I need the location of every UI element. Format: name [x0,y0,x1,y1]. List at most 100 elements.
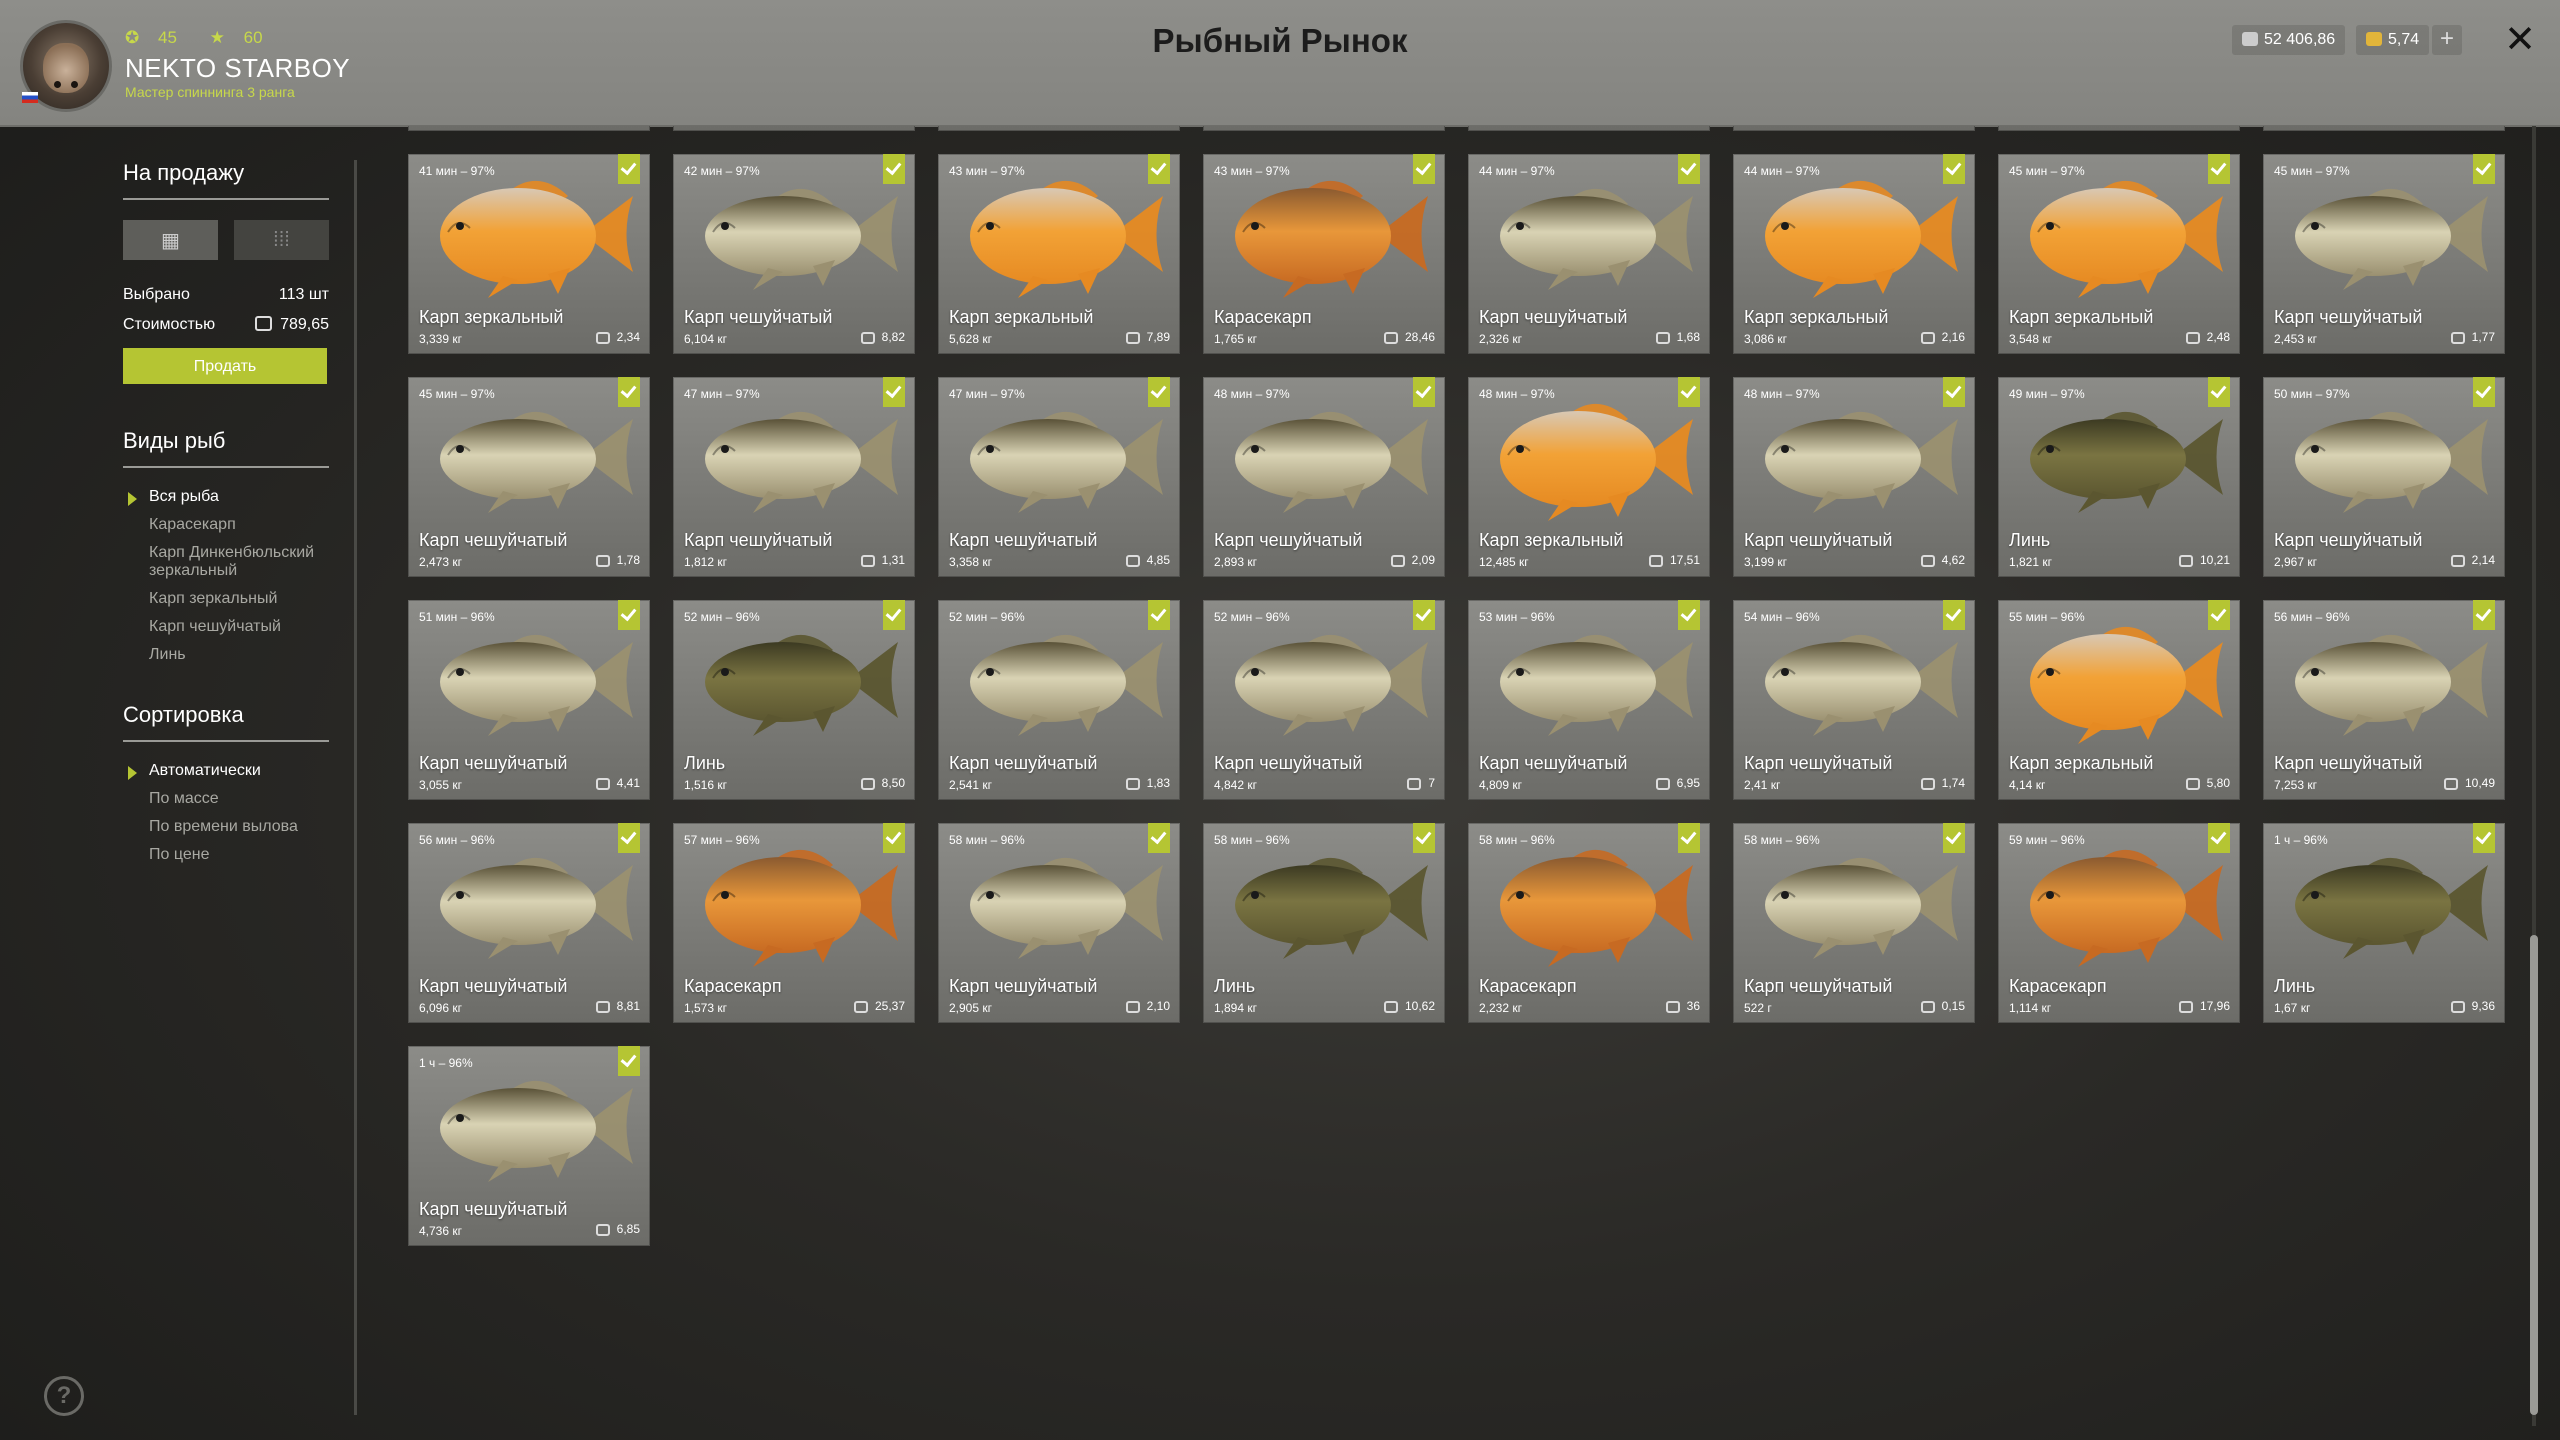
fish-price-value: 4,85 [1146,553,1170,567]
fish-type-item[interactable]: Карп зеркальный [123,590,329,608]
fish-card[interactable]: 50 мин – 97% Карп чешуйчатый 2,967 кг 2,14 [2263,377,2505,577]
fish-card[interactable]: 56 мин – 96% Карп чешуйчатый 6,096 кг 8,81 [408,823,650,1023]
selected-check-icon[interactable] [1148,823,1170,853]
selected-check-icon[interactable] [1943,154,1965,184]
close-icon[interactable]: ✕ [2500,20,2540,60]
fish-name: Карасекарп [1214,307,1312,327]
fish-card[interactable]: 49 мин – 97% Линь 1,821 кг 10,21 [1998,377,2240,577]
sell-button[interactable]: Продать [123,348,327,384]
fish-card[interactable]: 47 мин – 97% Карп чешуйчатый 1,812 кг 1,31 [673,377,915,577]
selected-check-icon[interactable] [2473,377,2495,407]
selected-check-icon[interactable] [1678,377,1700,407]
selected-check-icon[interactable] [618,823,640,853]
fish-card[interactable]: Карп зеркальный4,322 кг6,06 [2263,126,2505,131]
selected-check-icon[interactable] [883,154,905,184]
silver-coin-icon [1125,1001,1140,1013]
fish-card[interactable]: 56 мин – 96% Карп чешуйчатый 7,253 кг 10,49 [2263,600,2505,800]
selected-check-icon[interactable] [618,377,640,407]
selected-check-icon[interactable] [618,1046,640,1076]
fish-card[interactable]: 48 мин – 97% Карп чешуйчатый 3,199 кг 4,62 [1733,377,1975,577]
fish-card[interactable]: Карп чешуйчатый2,164 кг1,56 [673,126,915,131]
fish-card[interactable]: 53 мин – 96% Карп чешуйчатый 4,809 кг 6,95 [1468,600,1710,800]
selected-check-icon[interactable] [1413,600,1435,630]
selected-check-icon[interactable] [2473,154,2495,184]
selected-check-icon[interactable] [2208,377,2230,407]
fish-type-item[interactable]: Линь [123,646,329,664]
fish-card[interactable]: 55 мин – 96% Карп зеркальный 4,14 кг 5,80 [1998,600,2240,800]
selected-check-icon[interactable] [883,823,905,853]
sort-option-item[interactable]: Автоматически [123,762,329,780]
selected-check-icon[interactable] [1678,154,1700,184]
fish-card[interactable]: 57 мин – 96% Карасекарп 1,573 кг 25,37 [673,823,915,1023]
fish-card[interactable]: 1 ч – 96% Линь 1,67 кг 9,36 [2263,823,2505,1023]
fish-price-value: 1,78 [616,553,640,567]
sort-option-item[interactable]: По массе [123,790,329,808]
grid-large-view-button[interactable]: ▦ [123,220,218,260]
selected-check-icon[interactable] [2473,600,2495,630]
fish-card[interactable]: 44 мин – 97% Карп зеркальный 3,086 кг 2,16 [1733,154,1975,354]
selected-check-icon[interactable] [883,377,905,407]
fish-card[interactable]: 45 мин – 97% Карп чешуйчатый 2,453 кг 1,77 [2263,154,2505,354]
sort-option-item[interactable]: По цене [123,846,329,864]
player-stats: ✪ 45 ★ 60 [125,28,291,48]
selected-check-icon[interactable] [618,600,640,630]
selected-check-icon[interactable] [1413,823,1435,853]
fish-type-item[interactable]: Карп Динкенбюльский зеркальный [123,544,329,580]
selected-check-icon[interactable] [1678,600,1700,630]
fish-card[interactable]: Карп чешуйчатый2,003 кг1,44 [1468,126,1710,131]
fish-card[interactable]: 48 мин – 97% Карп зеркальный 12,485 кг 17,5… [1468,377,1710,577]
fish-card[interactable]: 52 мин – 96% Линь 1,516 кг 8,50 [673,600,915,800]
fish-card[interactable]: 45 мин – 97% Карп чешуйчатый 2,473 кг 1,78 [408,377,650,577]
selected-check-icon[interactable] [1148,600,1170,630]
fish-card[interactable]: 44 мин – 97% Карп чешуйчатый 2,326 кг 1,68 [1468,154,1710,354]
selected-check-icon[interactable] [883,600,905,630]
fish-card[interactable]: 43 мин – 97% Карп зеркальный 5,628 кг 7,89 [938,154,1180,354]
fish-card[interactable]: 58 мин – 96% Карп чешуйчатый 522 г 0,15 [1733,823,1975,1023]
catch-time: 47 мин – 97% [949,387,1025,401]
fish-card[interactable]: 41 мин – 97% Карп зеркальный 3,339 кг 2,34 [408,154,650,354]
fish-card[interactable]: 47 мин – 97% Карп чешуйчатый 3,358 кг 4,85 [938,377,1180,577]
fish-card[interactable]: 48 мин – 97% Карп чешуйчатый 2,893 кг 2,09 [1203,377,1445,577]
fish-type-item[interactable]: Вся рыба [123,488,329,506]
selected-check-icon[interactable] [1148,154,1170,184]
selected-check-icon[interactable] [1943,377,1965,407]
fish-card[interactable]: Карп чешуйчатый1,324 кг0,95 [1733,126,1975,131]
fish-card[interactable]: 52 мин – 96% Карп чешуйчатый 4,842 кг 7 [1203,600,1445,800]
silver-coin-icon [1383,332,1398,344]
help-icon[interactable]: ? [44,1376,84,1416]
selected-check-icon[interactable] [1943,600,1965,630]
fish-card[interactable]: 58 мин – 96% Карасекарп 2,232 кг 36 [1468,823,1710,1023]
selected-check-icon[interactable] [2208,600,2230,630]
fish-card[interactable]: 42 мин – 97% Карп чешуйчатый 6,104 кг 8,82 [673,154,915,354]
selected-check-icon[interactable] [2473,823,2495,853]
selected-check-icon[interactable] [2208,154,2230,184]
add-currency-button[interactable]: + [2432,25,2462,55]
fish-type-item[interactable]: Карасекарп [123,516,329,534]
selected-check-icon[interactable] [618,154,640,184]
fish-card[interactable]: 58 мин – 96% Линь 1,894 кг 10,62 [1203,823,1445,1023]
selected-check-icon[interactable] [2208,823,2230,853]
selected-check-icon[interactable] [1148,377,1170,407]
scrollbar-thumb[interactable] [2530,935,2538,1415]
grid-small-view-button[interactable]: ⁞⁞⁞ [234,220,329,260]
selected-check-icon[interactable] [1413,154,1435,184]
fish-card[interactable]: 1 ч – 96% Карп чешуйчатый 4,736 кг 6,85 [408,1046,650,1246]
fish-type-item[interactable]: Карп чешуйчатый [123,618,329,636]
fish-card[interactable]: Карп зеркальный5,809 кг8,14 [1998,126,2240,131]
fish-card[interactable]: Карп зеркальный4,665 кг6,54 [1203,126,1445,131]
fish-card[interactable]: 58 мин – 96% Карп чешуйчатый 2,905 кг 2,10 [938,823,1180,1023]
fish-weight: 1,894 кг [1214,1001,1257,1015]
selected-check-icon[interactable] [1678,823,1700,853]
fish-card[interactable]: 52 мин – 96% Карп чешуйчатый 2,541 кг 1,83 [938,600,1180,800]
fish-card[interactable]: 45 мин – 97% Карп зеркальный 3,548 кг 2,48 [1998,154,2240,354]
fish-card[interactable]: 51 мин – 96% Карп чешуйчатый 3,055 кг 4,41 [408,600,650,800]
sort-option-item[interactable]: По времени вылова [123,818,329,836]
fish-card[interactable]: 59 мин – 96% Карасекарп 1,114 кг 17,96 [1998,823,2240,1023]
selected-check-icon[interactable] [1413,377,1435,407]
fish-card[interactable]: 54 мин – 96% Карп чешуйчатый 2,41 кг 1,74 [1733,600,1975,800]
fish-card[interactable]: Карасекарп1,141 кг18,40 [938,126,1180,131]
fish-card[interactable]: 43 мин – 97% Карасекарп 1,765 кг 28,46 [1203,154,1445,354]
fish-weight: 2,473 кг [419,555,462,569]
fish-card[interactable]: Карп зеркальный1,441 кг0,43 [408,126,650,131]
selected-check-icon[interactable] [1943,823,1965,853]
